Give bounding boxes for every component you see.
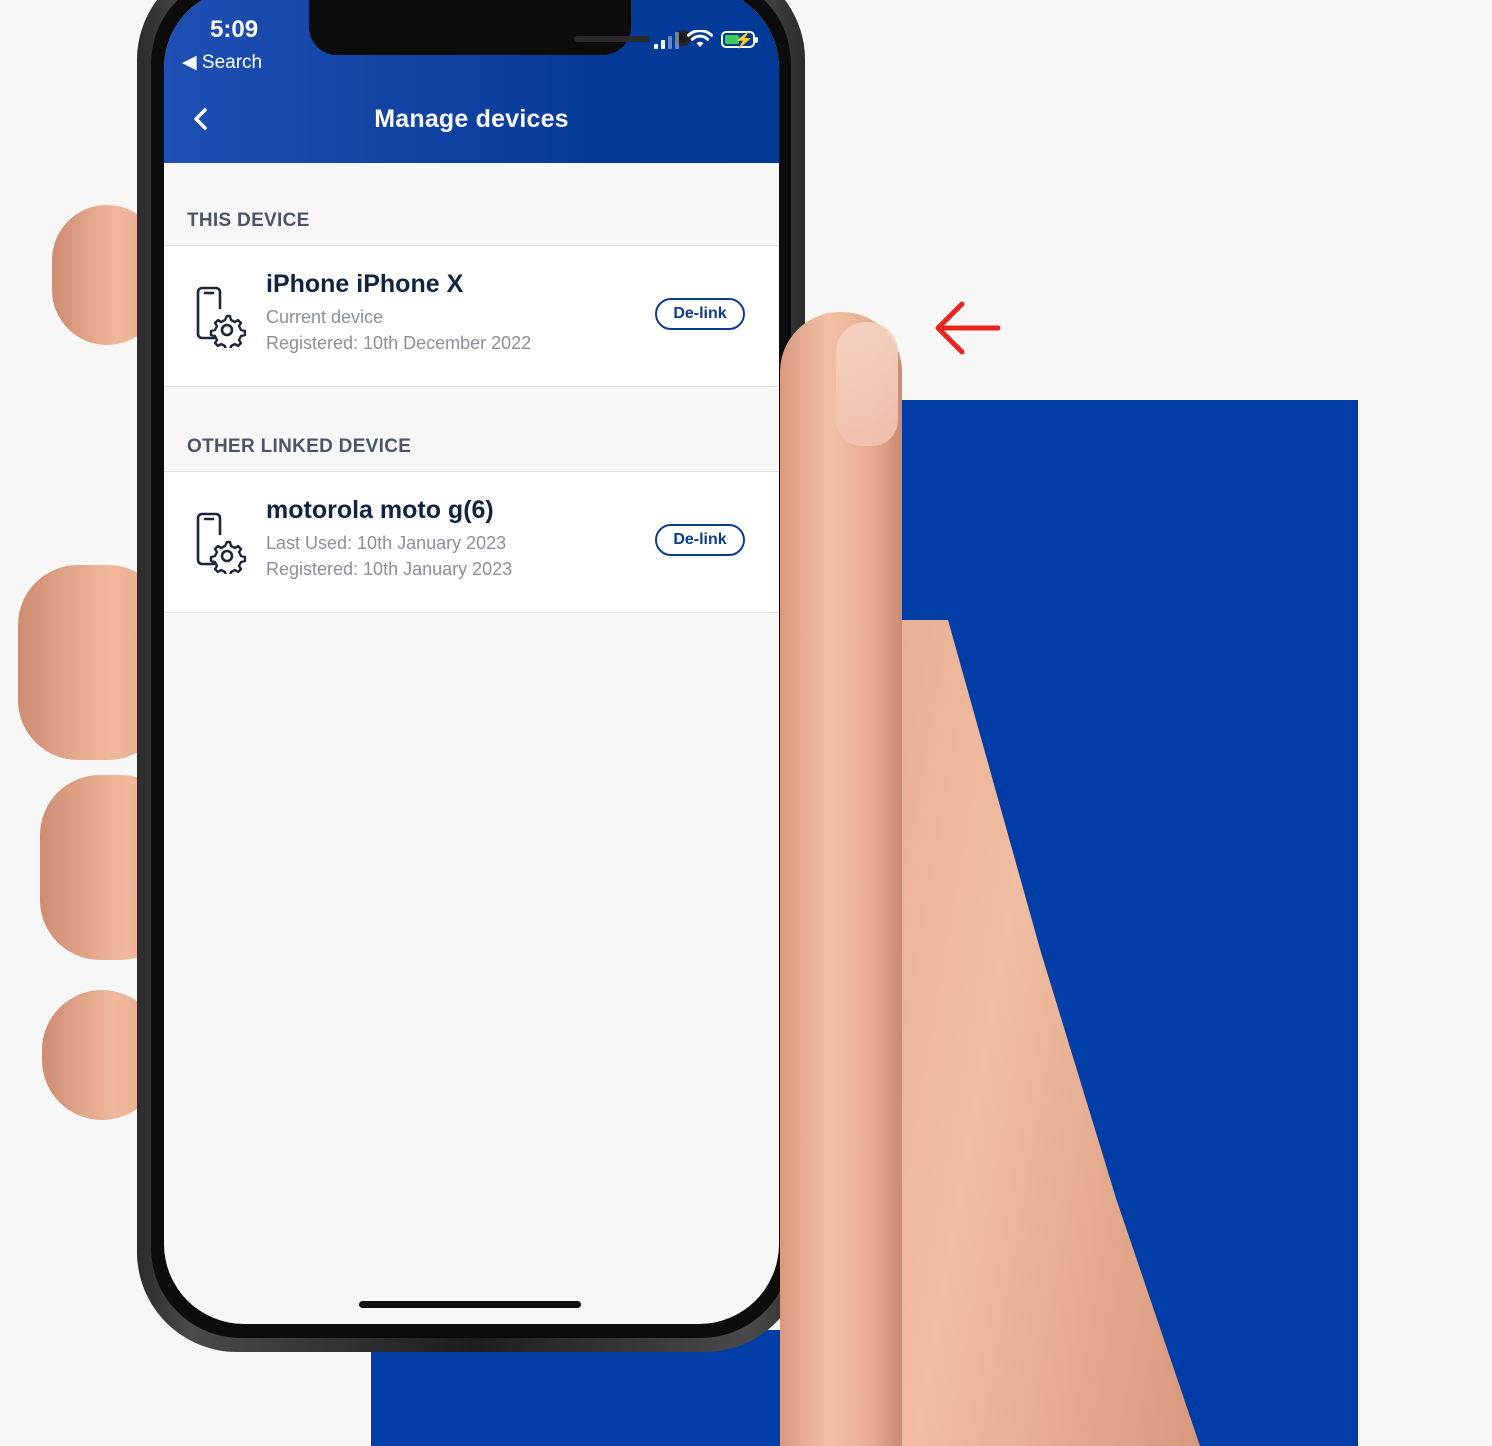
phone-settings-icon (196, 512, 246, 574)
phone-notch (309, 0, 691, 55)
delink-button[interactable]: De-link (655, 524, 745, 556)
device-name: motorola moto g(6) (266, 496, 494, 524)
status-time: 5:09 (210, 16, 259, 43)
page-title: Manage devices (374, 105, 569, 133)
cellular-signal-icon (654, 31, 679, 49)
section-label-this-device: THIS DEVICE (187, 210, 310, 231)
device-registered-date: Registered: 10th December 2022 (266, 333, 532, 353)
home-indicator (359, 1301, 581, 1308)
thumb-nail (836, 322, 898, 446)
battery-charging-icon: ⚡ (721, 31, 758, 49)
device-card-current: iPhone iPhone X Current device Registere… (164, 245, 779, 387)
status-icons: ⚡ (654, 30, 758, 49)
wifi-icon (687, 30, 713, 47)
device-last-used: Last Used: 10th January 2023 (266, 533, 507, 553)
device-card-other: motorola moto g(6) Last Used: 10th Janua… (164, 471, 779, 613)
device-name: iPhone iPhone X (266, 270, 464, 298)
device-status: Current device (266, 307, 384, 327)
delink-button[interactable]: De-link (655, 298, 745, 330)
hand-thumb (780, 312, 902, 1446)
phone-screen: 5:09 ◀ Search ⚡ Manage devices THIS DEVI… (164, 0, 779, 1324)
phone-settings-icon (196, 286, 246, 348)
app-header: 5:09 ◀ Search ⚡ Manage devices (164, 0, 779, 163)
status-back-to-app[interactable]: ◀ Search (182, 51, 262, 74)
section-label-other-linked-device: OTHER LINKED DEVICE (187, 436, 412, 457)
device-registered-date: Registered: 10th January 2023 (266, 559, 513, 579)
speaker-grille (574, 36, 650, 42)
arrow-left-icon (935, 301, 1001, 355)
